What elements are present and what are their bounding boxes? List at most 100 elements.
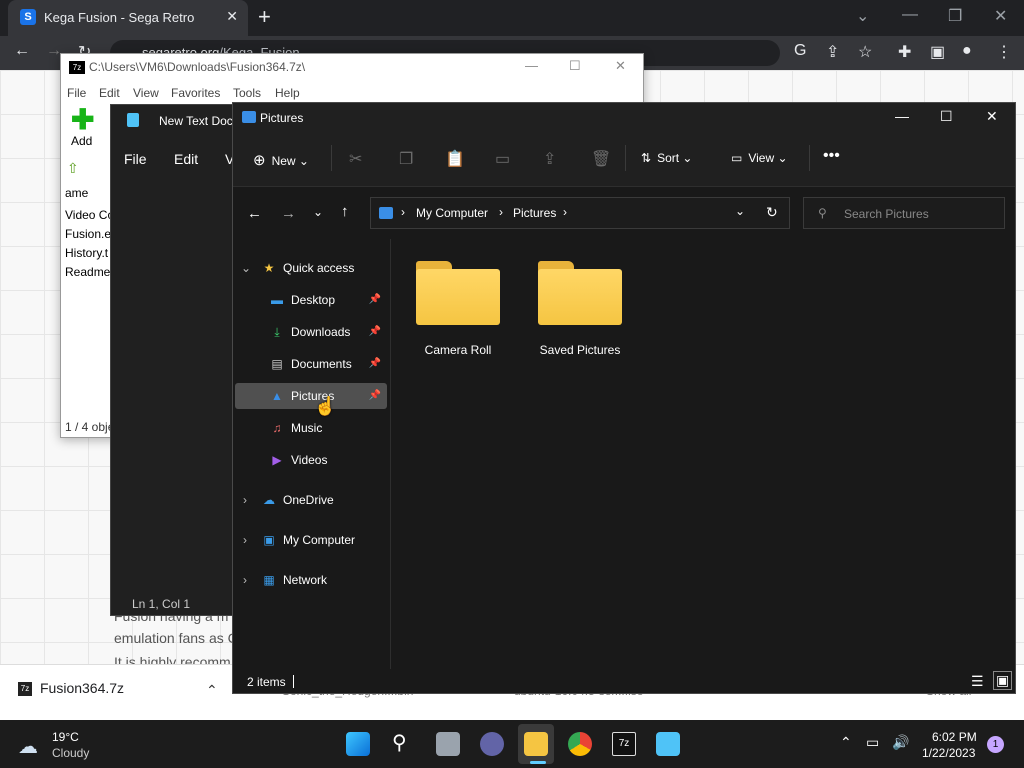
collapse-chevron-icon[interactable]: ⌄ [241,261,251,275]
new-tab-button[interactable]: + [258,5,271,29]
bookmark-star-icon[interactable]: ☆ [858,42,872,62]
chrome-tab[interactable]: S Kega Fusion - Sega Retro ✕ [8,0,248,36]
explorer-close-icon[interactable]: ✕ [986,108,998,125]
more-options-icon[interactable]: ••• [823,147,840,165]
search-box[interactable]: ⚲ Search Pictures [803,197,1005,229]
volume-icon[interactable]: 🔊 [892,734,909,751]
google-icon[interactable]: G [794,42,806,60]
nav-desktop[interactable]: ▬ Desktop 📌 [269,287,387,313]
add-plus-icon[interactable]: ✚ [71,106,94,134]
active-indicator [530,761,546,764]
cloud-weather-icon[interactable]: ☁ [18,734,38,759]
notepad-menu-file[interactable]: File [124,151,147,167]
paste-icon[interactable]: 📋 [445,149,465,169]
7zip-file-1[interactable]: Video Co [65,208,114,222]
tiles-view-icon[interactable]: ▣ [993,671,1013,690]
weather-desc[interactable]: Cloudy [52,746,89,760]
back-icon[interactable]: ← [247,205,262,222]
refresh-icon[interactable]: ↻ [766,204,778,221]
forward-icon[interactable]: → [281,205,296,222]
7zip-maximize-icon[interactable]: ☐ [569,58,581,74]
notepad-icon[interactable] [656,732,680,756]
address-dropdown-icon[interactable]: ⌄ [735,204,745,218]
close-tab-icon[interactable]: ✕ [226,8,238,25]
back-icon[interactable]: ← [14,42,30,60]
nav-downloads[interactable]: ⤓ Downloads 📌 [269,319,387,345]
7zip-file-2[interactable]: Fusion.e [65,227,111,241]
expand-chevron-icon[interactable]: › [243,533,247,547]
pin-icon[interactable]: 📌 [369,383,381,409]
notification-badge[interactable]: 1 [987,736,1004,753]
up-folder-icon[interactable]: ⇧ [67,160,79,177]
pin-icon[interactable]: 📌 [369,319,381,345]
chat-icon[interactable] [480,732,504,756]
task-view-icon[interactable] [436,732,460,756]
download-item[interactable]: 7z Fusion364.7z [18,680,124,697]
nav-music[interactable]: ♫ Music [269,415,323,441]
nav-documents[interactable]: ▤ Documents 📌 [269,351,387,377]
7zip-file-3[interactable]: History.t [65,246,108,260]
menu-icon[interactable]: ⋮ [996,42,1012,62]
7zip-menu-tools[interactable]: Tools [233,86,261,100]
file-explorer-icon[interactable] [524,732,548,756]
nav-videos[interactable]: ▶ Videos [269,447,327,473]
clock-date[interactable]: 1/22/2023 [922,746,975,760]
show-hidden-icons[interactable]: ⌃ [840,734,852,751]
minimize-icon[interactable]: — [902,6,918,24]
network-status-icon[interactable]: ▭ [866,734,879,751]
share-icon[interactable]: ⇪ [826,42,839,62]
download-chevron-icon[interactable]: ⌃ [206,682,218,699]
explorer-maximize-icon[interactable]: ☐ [940,108,953,125]
nav-my-computer[interactable]: ▣ My Computer [261,527,355,553]
add-button-label[interactable]: Add [71,134,92,148]
new-button[interactable]: ⊕ New ⌄ [253,151,309,169]
expand-chevron-icon[interactable]: › [243,573,247,587]
side-panel-icon[interactable]: ▣ [930,42,945,62]
share-icon[interactable]: ⇪ [543,149,556,169]
up-icon[interactable]: ↑ [341,203,349,220]
pin-icon[interactable]: 📌 [369,287,381,313]
start-icon[interactable] [346,732,370,756]
breadcrumb-my-computer[interactable]: My Computer [416,206,488,220]
recent-locations-icon[interactable]: ⌄ [313,205,323,219]
7zip-icon[interactable]: 7z [612,732,636,756]
expand-chevron-icon[interactable]: › [243,493,247,507]
explorer-minimize-icon[interactable]: — [895,108,909,124]
7zip-name-header[interactable]: ame [65,186,88,200]
rename-icon[interactable]: ▭ [495,149,510,169]
weather-temp[interactable]: 19°C [52,730,79,744]
7zip-menu-favorites[interactable]: Favorites [171,86,220,100]
breadcrumb[interactable]: › My Computer › Pictures › ⌄ ↻ [370,197,790,229]
profile-icon[interactable]: ● [962,42,972,60]
explorer-window: Pictures — ☐ ✕ ⊕ New ⌄ ✂ ❐ 📋 ▭ ⇪ 🗑 ⇅ Sort … [232,102,1016,694]
tab-search-icon[interactable]: ⌄ [856,6,869,26]
search-icon[interactable]: ⚲ [392,730,407,755]
cut-icon[interactable]: ✂ [349,149,362,169]
details-view-icon[interactable]: ☰ [971,673,984,690]
view-button[interactable]: ▭ View ⌄ [731,151,788,165]
breadcrumb-pictures[interactable]: Pictures [513,206,556,220]
7zip-menu-edit[interactable]: Edit [99,86,120,100]
7zip-menu-view[interactable]: View [133,86,159,100]
notepad-menu-edit[interactable]: Edit [174,151,198,167]
7zip-file-4[interactable]: Readme [65,265,110,279]
folder-camera-roll[interactable]: Camera Roll [413,261,503,357]
7zip-menu-file[interactable]: File [67,86,86,100]
extensions-icon[interactable]: ✚ [898,42,911,62]
sort-button[interactable]: ⇅ Sort ⌄ [641,151,692,165]
clock-time[interactable]: 6:02 PM [932,730,977,744]
folder-saved-pictures[interactable]: Saved Pictures [535,261,625,357]
7zip-close-icon[interactable]: ✕ [615,58,626,74]
nav-network[interactable]: ▦ Network [261,567,327,593]
nav-onedrive[interactable]: ☁ OneDrive [261,487,334,513]
chrome-icon[interactable] [568,732,592,756]
7zip-menu-help[interactable]: Help [275,86,300,100]
7zip-minimize-icon[interactable]: — [525,58,538,73]
copy-icon[interactable]: ❐ [399,149,413,169]
restore-icon[interactable]: ❐ [948,6,962,26]
delete-icon[interactable]: 🗑 [591,149,611,169]
nav-pictures[interactable]: ▲ Pictures 📌 [235,383,387,409]
pin-icon[interactable]: 📌 [369,351,381,377]
close-icon[interactable]: ✕ [994,6,1007,26]
nav-quick-access[interactable]: ★ Quick access [261,255,355,281]
